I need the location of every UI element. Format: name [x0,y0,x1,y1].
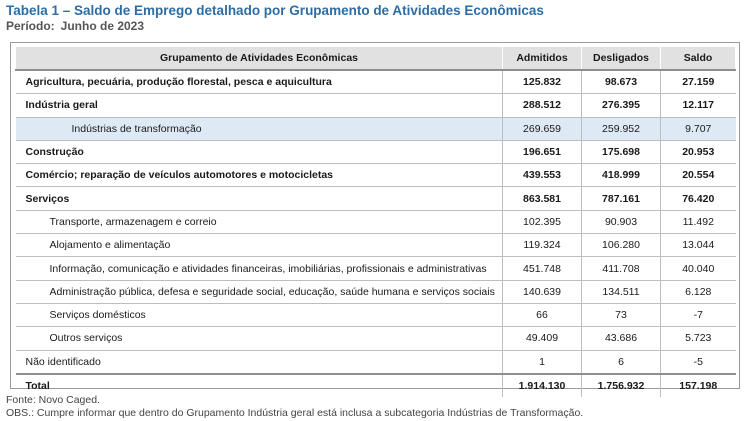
saldo-cell: 157.198 [660,372,736,398]
saldo-cell: 40.040 [660,256,736,281]
row-label: Não identificado [15,350,503,375]
desligados-cell: 418.999 [581,163,661,188]
source-note: Fonte: Novo Caged. [6,394,100,406]
table-body: Agricultura, pecuária, produção floresta… [15,69,736,398]
saldo-cell: 6.128 [660,280,736,304]
header-grupamento: Grupamento de Atividades Econômicas [15,46,503,71]
table-row: Serviços 863.581 787.161 76.420 [15,186,736,211]
table-title: Tabela 1 – Saldo de Emprego detalhado po… [6,3,544,18]
row-label: Construção [15,140,503,165]
desligados-cell: 43.686 [581,326,661,351]
obs-note: OBS.: Cumpre informar que dentro do Grup… [6,406,584,419]
period-label: Período: [6,19,55,33]
row-label: Serviços domésticos [15,303,503,328]
desligados-cell: 73 [581,303,661,328]
desligados-cell: 259.952 [581,117,661,141]
saldo-cell: 20.953 [660,140,736,165]
admitidos-cell: 102.395 [502,210,582,235]
table-header-row: Grupamento de Atividades Econômicas Admi… [15,46,736,71]
row-label: Administração pública, defesa e segurida… [15,280,503,304]
table-row: Agricultura, pecuária, produção floresta… [15,69,736,95]
admitidos-cell: 119.324 [502,233,582,258]
desligados-cell: 276.395 [581,93,661,118]
saldo-cell: 12.117 [660,93,736,118]
table-row: Serviços domésticos 66 73 -7 [15,303,736,328]
saldo-cell: 13.044 [660,233,736,258]
desligados-cell: 134.511 [581,280,661,304]
row-label: Transporte, armazenagem e correio [15,210,503,235]
desligados-cell: 106.280 [581,233,661,258]
row-label: Agricultura, pecuária, produção floresta… [15,69,503,95]
desligados-cell: 90.903 [581,210,661,235]
admitidos-cell: 140.639 [502,280,582,304]
header-saldo: Saldo [660,46,736,71]
table-row: Não identificado 1 6 -5 [15,350,736,375]
row-label: Outros serviços [15,326,503,351]
admitidos-cell: 269.659 [502,117,582,141]
period-value: Junho de 2023 [60,19,145,33]
admitidos-cell: 66 [502,303,582,328]
period-line: Período: Junho de 2023 [6,19,144,33]
admitidos-cell: 196.651 [502,140,582,165]
desligados-cell: 411.708 [581,256,661,281]
row-label: Alojamento e alimentação [15,233,503,258]
row-label: Indústria geral [15,93,503,118]
table-row: Informação, comunicação e atividades fin… [15,256,736,281]
desligados-cell: 787.161 [581,186,661,211]
saldo-cell: 76.420 [660,186,736,211]
saldo-cell: 11.492 [660,210,736,235]
desligados-cell: 1.756.932 [581,372,661,398]
saldo-cell: -5 [660,350,736,375]
desligados-cell: 6 [581,350,661,375]
row-label: Indústrias de transformação [15,117,503,141]
desligados-cell: 98.673 [581,69,661,95]
employment-table: Grupamento de Atividades Econômicas Admi… [15,46,736,398]
table-row: Construção 196.651 175.698 20.953 [15,140,736,165]
admitidos-cell: 439.553 [502,163,582,188]
table-row: Outros serviços 49.409 43.686 5.723 [15,326,736,351]
admitidos-cell: 451.748 [502,256,582,281]
saldo-cell: 9.707 [660,117,736,141]
table-row: Alojamento e alimentação 119.324 106.280 13… [15,233,736,258]
admitidos-cell: 49.409 [502,326,582,351]
table-row: Indústria geral 288.512 276.395 12.117 [15,93,736,118]
table-row: Transporte, armazenagem e correio 102.395… [15,210,736,235]
row-label: Informação, comunicação e atividades fin… [15,256,503,281]
header-desligados: Desligados [581,46,661,71]
row-label: Serviços [15,186,503,211]
table-row: Comércio; reparação de veículos automoto… [15,163,736,188]
table-row: Indústrias de transformação 269.659 259.95… [15,117,736,141]
saldo-cell: 20.554 [660,163,736,188]
desligados-cell: 175.698 [581,140,661,165]
admitidos-cell: 125.832 [502,69,582,95]
admitidos-cell: 1 [502,350,582,375]
admitidos-cell: 863.581 [502,186,582,211]
saldo-cell: 27.159 [660,69,736,95]
row-label: Comércio; reparação de veículos automoto… [15,163,503,188]
saldo-cell: 5.723 [660,326,736,351]
admitidos-cell: 288.512 [502,93,582,118]
saldo-cell: -7 [660,303,736,328]
table-row: Administração pública, defesa e segurida… [15,280,736,304]
footnotes: Fonte: Novo Caged. OBS.: Cumpre informar… [6,394,583,419]
header-admitidos: Admitidos [502,46,582,71]
